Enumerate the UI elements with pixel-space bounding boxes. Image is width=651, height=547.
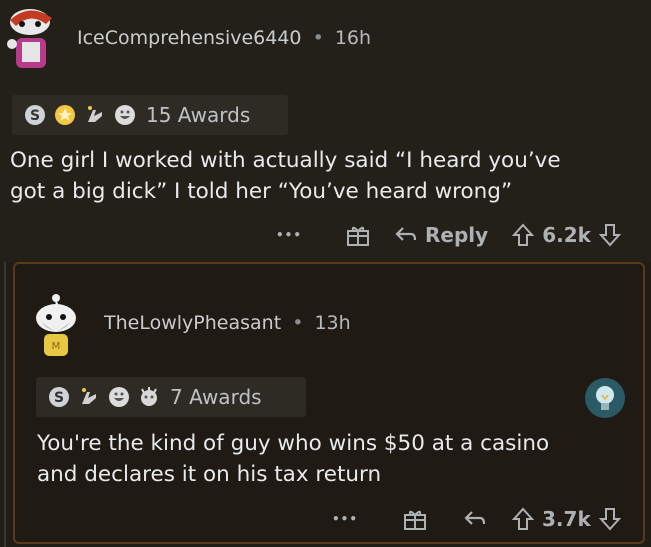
awards-count: 7 Awards bbox=[170, 385, 262, 409]
body-line: got a big dick” I told her “You’ve heard… bbox=[10, 179, 513, 204]
upvote-arrow-icon[interactable] bbox=[510, 506, 536, 532]
timestamp: 16h bbox=[334, 27, 372, 49]
gift-award-icon[interactable] bbox=[402, 506, 428, 532]
reply-label: Reply bbox=[425, 223, 489, 247]
silver-award-icon: S bbox=[49, 387, 69, 407]
reply-arrow-icon[interactable] bbox=[462, 506, 488, 532]
wholesome-award-icon bbox=[55, 105, 75, 125]
starstruck-award-icon bbox=[141, 387, 157, 406]
awards-badge-2[interactable]: S 7 Awards bbox=[36, 377, 306, 417]
vote-count: 6.2k bbox=[542, 223, 591, 247]
lightbulb-flair-icon bbox=[585, 378, 625, 418]
silver-award-icon: S bbox=[25, 105, 45, 125]
more-options-button[interactable]: ••• bbox=[276, 228, 302, 242]
vote-count: 3.7k bbox=[542, 507, 591, 531]
svg-text:S: S bbox=[30, 108, 40, 124]
laughing-award-icon bbox=[115, 105, 135, 125]
vote-controls: 6.2k bbox=[510, 222, 623, 248]
reply-button[interactable]: Reply bbox=[393, 222, 488, 248]
comment-2-header: TheLowlyPheasant • 13h bbox=[104, 312, 351, 334]
gift-award-icon[interactable] bbox=[345, 222, 371, 248]
user-avatar-1[interactable] bbox=[2, 2, 62, 74]
comment-2-actions: ••• 3.7k bbox=[332, 506, 623, 532]
upvote-arrow-icon[interactable] bbox=[510, 222, 536, 248]
awards-badge-1[interactable]: S 15 Awards bbox=[12, 95, 288, 135]
body-line: You're the kind of guy who wins $50 at a… bbox=[37, 431, 550, 456]
separator-dot: • bbox=[292, 312, 304, 334]
svg-text:M: M bbox=[52, 341, 61, 352]
thread-line[interactable] bbox=[4, 262, 6, 547]
svg-text:S: S bbox=[54, 390, 64, 406]
comment-2-body: You're the kind of guy who wins $50 at a… bbox=[37, 428, 549, 490]
body-line: and declares it on his tax return bbox=[37, 462, 382, 487]
bless-up-award-icon bbox=[88, 106, 102, 122]
comment-1-header: IceComprehensive6440 • 16h bbox=[77, 27, 371, 49]
bless-up-award-icon bbox=[82, 388, 96, 404]
reply-arrow-icon bbox=[395, 227, 417, 241]
awards-count: 15 Awards bbox=[146, 103, 251, 127]
comment-1-body: One girl I worked with actually said “I … bbox=[10, 145, 561, 207]
more-options-button[interactable]: ••• bbox=[332, 512, 358, 526]
separator-dot: • bbox=[312, 27, 324, 49]
username[interactable]: TheLowlyPheasant bbox=[104, 312, 281, 334]
comment-1-actions: ••• Reply 6.2k bbox=[276, 222, 623, 248]
user-avatar-2[interactable]: M bbox=[28, 290, 84, 360]
downvote-arrow-icon[interactable] bbox=[597, 222, 623, 248]
username[interactable]: IceComprehensive6440 bbox=[77, 27, 302, 49]
downvote-arrow-icon[interactable] bbox=[597, 506, 623, 532]
timestamp: 13h bbox=[314, 312, 351, 334]
body-line: One girl I worked with actually said “I … bbox=[10, 148, 561, 173]
vote-controls: 3.7k bbox=[510, 506, 623, 532]
laughing-award-icon bbox=[109, 387, 129, 407]
